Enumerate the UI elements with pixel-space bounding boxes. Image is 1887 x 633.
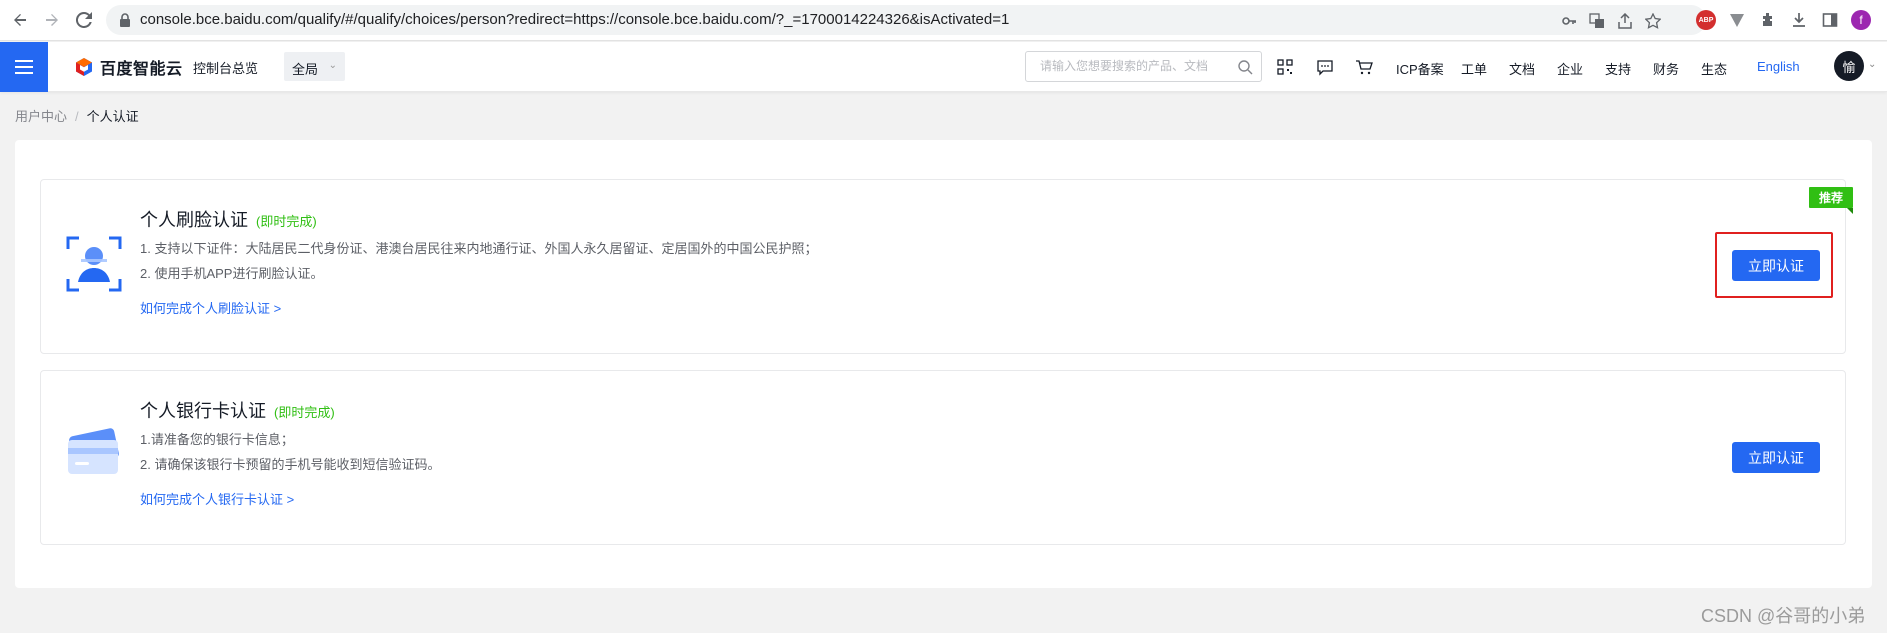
bookmark-star-icon[interactable] (1644, 12, 1662, 30)
message-icon[interactable] (1316, 58, 1334, 76)
nav-ecosystem[interactable]: 生态 (1701, 59, 1727, 78)
card-title-row: 个人银行卡认证 (即时完成) (140, 397, 335, 423)
language-switch[interactable]: English (1757, 59, 1800, 74)
card-desc-line-2: 2. 请确保该银行卡预留的手机号能收到短信验证码。 (140, 457, 441, 472)
card-desc-line-1: 1.请准备您的银行卡信息； (140, 432, 294, 447)
csdn-watermark: CSDN @谷哥的小弟 (1701, 606, 1866, 626)
instant-tag: (即时完成) (274, 405, 335, 420)
face-verification-card: 个人刷脸认证 (即时完成) 1. 支持以下证件：大陆居民二代身份证、港澳台居民往来… (40, 179, 1846, 354)
translate-icon[interactable] (1588, 12, 1606, 30)
search-input[interactable] (1040, 59, 1230, 73)
card-title-row: 个人刷脸认证 (即时完成) (140, 206, 317, 232)
instant-tag: (即时完成) (256, 214, 317, 229)
key-icon[interactable] (1560, 12, 1578, 30)
breadcrumb-separator: / (75, 109, 79, 124)
profile-avatar[interactable]: f (1851, 10, 1871, 30)
chevron-down-icon: ⌄ (328, 60, 337, 71)
bank-card-verification-card: 个人银行卡认证 (即时完成) 1.请准备您的银行卡信息； 2. 请确保该银行卡预留… (40, 370, 1846, 545)
nav-support[interactable]: 支持 (1605, 59, 1631, 78)
share-icon[interactable] (1616, 12, 1634, 30)
nav-enterprise[interactable]: 企业 (1557, 59, 1583, 78)
cart-icon[interactable] (1355, 58, 1373, 76)
breadcrumb-current: 个人认证 (86, 109, 139, 124)
extensions-icon[interactable] (1758, 10, 1778, 30)
forward-icon[interactable] (40, 8, 64, 32)
address-bar[interactable]: console.bce.baidu.com/qualify/#/qualify/… (106, 5, 1706, 35)
reload-icon[interactable] (72, 8, 96, 32)
region-select[interactable]: 全局 ⌄ (284, 52, 345, 81)
url-text[interactable]: console.bce.baidu.com/qualify/#/qualify/… (140, 11, 1009, 28)
lock-icon[interactable] (118, 12, 132, 28)
card-title: 个人刷脸认证 (140, 210, 248, 230)
product-search[interactable] (1025, 51, 1262, 82)
side-panel-icon[interactable] (1820, 10, 1840, 30)
bank-verify-button[interactable]: 立即认证 (1732, 442, 1820, 473)
recommend-badge: 推荐 (1809, 187, 1853, 214)
baidu-cloud-logo[interactable]: 百度智能云 (74, 56, 183, 78)
vpn-extension-icon[interactable] (1727, 10, 1747, 30)
bank-help-link[interactable]: 如何完成个人银行卡认证 > (140, 489, 294, 508)
hamburger-menu-icon[interactable] (0, 42, 48, 92)
bank-card-icon (65, 426, 123, 484)
adblock-icon[interactable]: ABP (1696, 10, 1716, 30)
nav-icp[interactable]: ICP备案 (1396, 59, 1444, 78)
face-scan-icon (65, 235, 123, 293)
breadcrumb: 用户中心 / 个人认证 (15, 106, 139, 125)
logo-cube-icon (76, 58, 92, 76)
region-value: 全局 (292, 62, 319, 77)
nav-ticket[interactable]: 工单 (1461, 59, 1487, 78)
nav-finance[interactable]: 财务 (1653, 59, 1679, 78)
console-overview-link[interactable]: 控制台总览 (193, 58, 258, 77)
browser-toolbar: console.bce.baidu.com/qualify/#/qualify/… (0, 0, 1887, 41)
face-help-link[interactable]: 如何完成个人刷脸认证 > (140, 298, 281, 317)
avatar-chevron-down-icon[interactable]: ⌄ (1868, 59, 1876, 70)
search-icon[interactable] (1237, 59, 1253, 75)
breadcrumb-user-center[interactable]: 用户中心 (15, 109, 67, 124)
qrcode-icon[interactable] (1276, 58, 1294, 76)
card-desc-line-2: 2. 使用手机APP进行刷脸认证。 (140, 266, 324, 281)
app-header: 百度智能云 控制台总览 全局 ⌄ ICP备案 工单 文档 企业 支持 财务 生态… (0, 42, 1887, 92)
card-desc-line-1: 1. 支持以下证件：大陆居民二代身份证、港澳台居民往来内地通行证、外国人永久居留… (140, 241, 818, 256)
download-icon[interactable] (1789, 10, 1809, 30)
card-title: 个人银行卡认证 (140, 401, 266, 421)
back-icon[interactable] (8, 8, 32, 32)
user-avatar[interactable]: 愉 (1834, 51, 1864, 81)
logo-text: 百度智能云 (100, 61, 183, 78)
face-verify-button[interactable]: 立即认证 (1732, 250, 1820, 281)
nav-docs[interactable]: 文档 (1509, 59, 1535, 78)
